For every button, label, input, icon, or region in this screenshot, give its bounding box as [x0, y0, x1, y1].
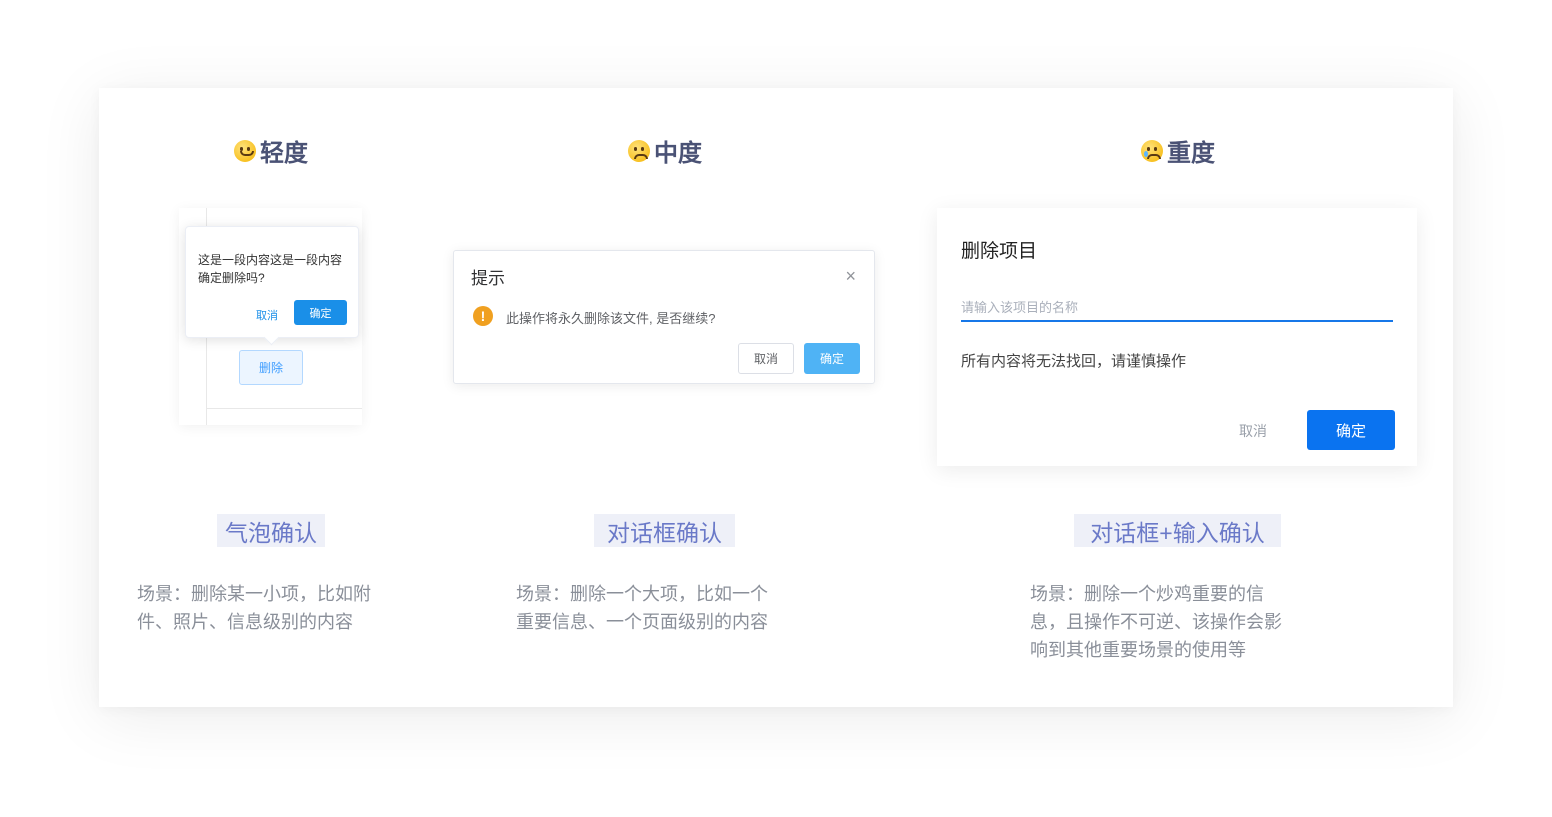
- table-divider: [206, 408, 362, 409]
- level-light-label: 轻度: [260, 140, 308, 167]
- disappointed-face-icon: [628, 139, 650, 162]
- warning-icon: !: [473, 306, 493, 326]
- description-line: 重要信息、一个页面级别的内容: [516, 612, 768, 632]
- input-description: 场景：删除一个炒鸡重要的信 息，且操作不可逆、该操作会影 响到其他重要场景的使用…: [1030, 580, 1282, 664]
- modal-cancel-button[interactable]: 取消: [1239, 421, 1267, 441]
- delete-project-modal: 删除项目 所有内容将无法找回，请谨慎操作 取消 确定: [937, 208, 1417, 466]
- dialog-cancel-button[interactable]: 取消: [738, 343, 794, 374]
- description-line: 件、照片、信息级别的内容: [137, 612, 353, 632]
- description-line: 息，且操作不可逆、该操作会影: [1030, 612, 1282, 632]
- description-line: 响到其他重要场景的使用等: [1030, 640, 1246, 660]
- project-name-input[interactable]: [961, 294, 1393, 322]
- close-icon[interactable]: ×: [845, 267, 856, 285]
- level-heavy-heading: 重度: [1141, 133, 1215, 168]
- confirm-popover: 这是一段内容这是一段内容确定删除吗? 取消 确定: [185, 226, 359, 346]
- level-heavy-label: 重度: [1167, 140, 1215, 167]
- dialog-title: 提示: [471, 269, 505, 288]
- level-light-heading: 轻度: [234, 133, 308, 168]
- tag-dialog-confirm: 对话框确认: [594, 514, 735, 547]
- slightly-smiling-face-icon: [234, 139, 256, 162]
- modal-confirm-button[interactable]: 确定: [1307, 410, 1395, 450]
- description-line: 场景：删除一个炒鸡重要的信: [1030, 584, 1264, 604]
- popover-confirm-button[interactable]: 确定: [294, 300, 347, 325]
- description-line: 场景：删除某一小项，比如附: [137, 584, 371, 604]
- modal-message: 所有内容将无法找回，请谨慎操作: [961, 353, 1187, 370]
- modal-title: 删除项目: [961, 241, 1038, 262]
- description-line: 场景：删除一个大项，比如一个: [516, 584, 768, 604]
- level-medium-heading: 中度: [628, 133, 702, 168]
- dialog-message: 此操作将永久删除该文件, 是否继续?: [506, 311, 716, 326]
- level-medium-label: 中度: [654, 140, 702, 167]
- delete-button[interactable]: 删除: [239, 350, 303, 385]
- tag-bubble-confirm: 气泡确认: [217, 514, 325, 547]
- bubble-description: 场景：删除某一小项，比如附 件、照片、信息级别的内容: [137, 580, 371, 636]
- crying-face-icon: [1141, 139, 1163, 162]
- dialog-description: 场景：删除一个大项，比如一个 重要信息、一个页面级别的内容: [516, 580, 768, 636]
- tag-input-confirm: 对话框+输入确认: [1074, 514, 1281, 547]
- dialog-confirm-button[interactable]: 确定: [804, 343, 860, 374]
- popover-text: 这是一段内容这是一段内容确定删除吗?: [198, 253, 343, 285]
- confirm-dialog: 提示 × ! 此操作将永久删除该文件, 是否继续? 取消 确定: [453, 250, 875, 384]
- popover-cancel-button[interactable]: 取消: [256, 307, 278, 323]
